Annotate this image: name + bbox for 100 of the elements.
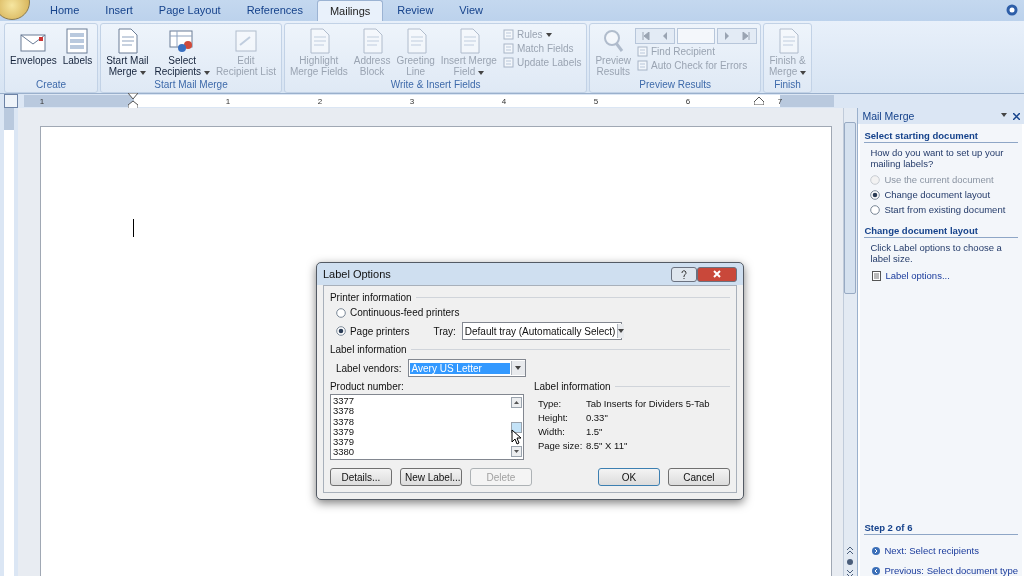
horizontal-ruler[interactable]: 1 1 2 3 4 5 6 7 — [24, 95, 834, 107]
list-item[interactable]: 3377 — [332, 396, 508, 407]
ruler-number: 6 — [684, 96, 692, 106]
update-icon — [502, 57, 514, 68]
step-link[interactable]: Previous: Select document type — [872, 565, 1018, 576]
right-indent-marker-icon[interactable] — [754, 97, 764, 105]
previous-record-icon — [662, 32, 668, 40]
radio-label: Continuous-feed printers — [349, 307, 460, 318]
list-item[interactable]: 3379 — [332, 437, 508, 448]
ribbon-tab[interactable]: References — [234, 0, 315, 21]
dialog-button[interactable]: Details... — [329, 468, 392, 486]
step-link[interactable]: Next: Select recipients — [872, 545, 1018, 556]
close-button[interactable] — [696, 266, 737, 282]
radio-button[interactable] — [335, 307, 346, 318]
first-previous-record-buttons[interactable] — [635, 28, 675, 44]
radio-button[interactable] — [870, 189, 881, 200]
label-sheet-icon — [872, 270, 882, 281]
pane-heading: Select starting document — [864, 130, 1018, 143]
radio-button[interactable] — [335, 326, 346, 336]
info-key: Page size: — [537, 440, 586, 451]
vendors-label: Label vendors: — [335, 362, 402, 374]
up-arrow-icon — [513, 401, 519, 404]
ruler-number: 1 — [224, 96, 232, 106]
pane-heading: Step 2 of 6 — [864, 522, 1018, 535]
list-item[interactable]: 3378 — [332, 416, 508, 427]
dropdown-caret-icon — [515, 366, 521, 370]
close-icon[interactable] — [1013, 112, 1020, 120]
label-options-link[interactable]: Label options... — [872, 270, 1018, 281]
info-key: Height: — [537, 412, 586, 423]
radio-label: Change document layout — [884, 189, 991, 200]
pane-title: Mail Merge — [862, 110, 915, 122]
info-key: Width: — [537, 426, 586, 437]
radio-label: Start from existing document — [884, 204, 1006, 215]
pane-text: How do you want to set up your mailing labels? — [870, 147, 1005, 169]
ruler-number: 2 — [316, 96, 324, 106]
dialog-title: Label Options — [322, 268, 391, 280]
dropdown-caret-icon — [618, 329, 625, 333]
group-label: Start Mail Merge — [153, 78, 229, 92]
ribbon-tab[interactable]: Mailings — [316, 0, 384, 21]
product-list[interactable]: 3377 3378 3378 3379 3379 3380 — [329, 394, 524, 460]
scroll-down-button[interactable] — [510, 446, 522, 457]
mouse-pointer-icon — [510, 429, 522, 445]
record-field[interactable] — [677, 28, 715, 44]
radio-label: Page printers — [349, 325, 410, 337]
radio-button[interactable] — [870, 204, 881, 215]
ribbon-tab[interactable]: Insert — [93, 0, 145, 21]
pane-heading: Change document layout — [864, 225, 1018, 238]
list-item[interactable]: 3379 — [332, 426, 508, 438]
pane-text: Click Label options to choose a label size. — [870, 242, 1003, 264]
scroll-up-button[interactable] — [510, 397, 522, 408]
tray-label: Tray: — [433, 325, 456, 337]
ribbon-button[interactable]: Select Recipients — [152, 26, 212, 78]
question-mark-icon — [680, 269, 687, 279]
ruler-number: 4 — [500, 96, 508, 106]
section-heading: Printer information — [329, 292, 412, 303]
info-value: 0.33" — [585, 412, 609, 423]
group-label: Preview Results — [638, 78, 713, 92]
ribbon-button[interactable]: Envelopes — [8, 26, 59, 67]
list-label: Product number: — [329, 381, 405, 392]
ruler-number: 1 — [38, 96, 46, 106]
match-fields-icon — [502, 43, 514, 54]
ribbon-tab[interactable]: Review — [385, 0, 446, 21]
section-heading: Label information — [533, 381, 611, 392]
ribbon-tab[interactable]: View — [447, 0, 495, 21]
help-button[interactable] — [670, 266, 697, 282]
ruler-number: 7 — [776, 96, 784, 106]
tab-selector[interactable] — [4, 94, 18, 108]
dialog-button[interactable]: Cancel — [667, 468, 730, 486]
right-arrow-icon — [872, 546, 881, 555]
list-item[interactable]: 3378 — [332, 406, 508, 417]
next-last-record-buttons[interactable] — [717, 28, 757, 44]
list-item[interactable]: 3380 — [332, 447, 508, 458]
section-heading: Label information — [329, 344, 407, 355]
find-icon — [637, 46, 648, 57]
info-value: 8.5" X 11" — [585, 440, 629, 451]
indent-marker-icon[interactable] — [128, 93, 138, 109]
browse-buttons-icon[interactable] — [845, 545, 856, 576]
first-record-icon — [642, 32, 650, 40]
group-label: Write & Insert Fields — [389, 78, 482, 92]
help-icon[interactable] — [1006, 4, 1018, 16]
info-value: 1.5" — [585, 426, 604, 437]
ruler-number: 3 — [408, 96, 416, 106]
down-arrow-icon — [513, 450, 519, 453]
last-record-icon — [742, 32, 750, 40]
tray-dropdown[interactable]: Default tray (Automatically Select) — [461, 322, 622, 340]
info-key: Type: — [537, 398, 586, 409]
ribbon-button[interactable]: Start Mail Merge — [104, 26, 151, 78]
scroll-thumb[interactable] — [844, 122, 857, 294]
ribbon-button[interactable]: Labels — [60, 26, 95, 67]
group-label: Create — [35, 78, 68, 92]
check-errors-icon — [637, 60, 648, 71]
rules-icon — [502, 29, 514, 40]
dialog-button[interactable]: New Label... — [399, 468, 462, 486]
ruler-number: 5 — [592, 96, 600, 106]
next-record-icon — [724, 32, 730, 40]
dialog-button[interactable]: OK — [597, 468, 660, 486]
ribbon-tab[interactable]: Page Layout — [146, 0, 233, 21]
dropdown-caret-icon — [1001, 112, 1007, 117]
ribbon-tab[interactable]: Home — [38, 0, 92, 21]
text-cursor — [132, 219, 134, 237]
